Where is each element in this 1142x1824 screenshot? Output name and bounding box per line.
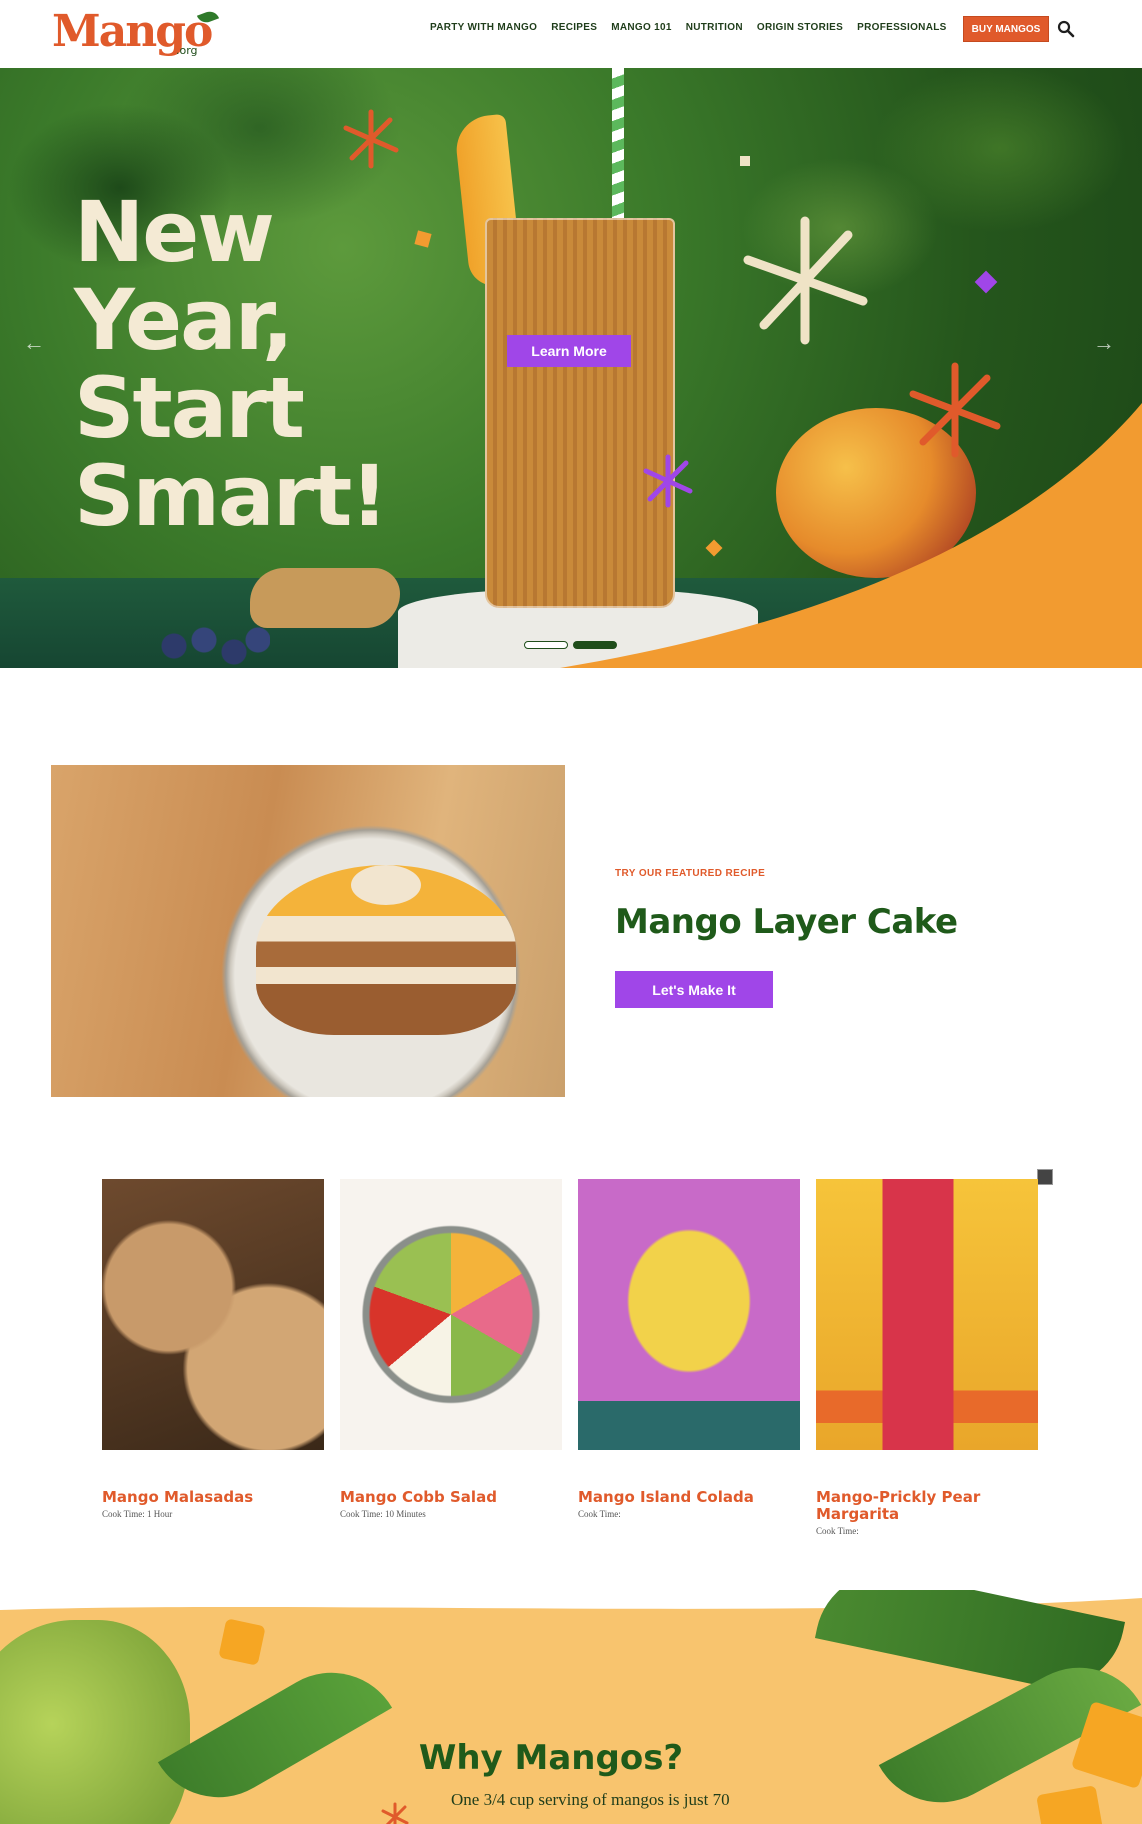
recipe-card-image[interactable] (578, 1179, 800, 1450)
main-nav: PARTY WITH MANGO RECIPES MANGO 101 NUTRI… (430, 20, 961, 36)
lets-make-it-button[interactable]: Let's Make It (615, 971, 773, 1008)
hero-carousel: New Year, Start Smart! Learn More ← → (0, 68, 1142, 668)
sparkle-orange-icon (343, 109, 399, 169)
nav-professionals[interactable]: PROFESSIONALS (857, 20, 946, 36)
recipe-card-image[interactable] (102, 1179, 324, 1450)
recipe-card[interactable]: Mango Cobb Salad Cook Time: 10 Minutes (340, 1179, 562, 1519)
mango-cube-image (218, 1618, 266, 1666)
site-header: Mango .org PARTY WITH MANGO RECIPES MANG… (0, 0, 1142, 68)
chevron-left-icon[interactable]: ← (22, 331, 46, 355)
carousel-dot-1[interactable] (524, 641, 568, 649)
recipe-card-image[interactable] (340, 1179, 562, 1450)
recipe-card-image[interactable] (816, 1179, 1038, 1450)
confetti-cream-square (740, 156, 750, 166)
recipe-card-title[interactable]: Mango-Prickly Pear Margarita (816, 1489, 1038, 1523)
learn-more-button[interactable]: Learn More (507, 335, 631, 367)
hero-title-line: Smart! (74, 447, 389, 545)
recipe-card-title[interactable]: Mango Cobb Salad (340, 1489, 562, 1506)
ad-choices-icon[interactable] (1037, 1169, 1053, 1185)
mango-cube-image (1036, 1785, 1104, 1824)
buy-mangos-button[interactable]: BUY MANGOS (963, 16, 1049, 42)
nav-party-with-mango[interactable]: PARTY WITH MANGO (430, 20, 537, 36)
nav-origin-stories[interactable]: ORIGIN STORIES (757, 20, 843, 36)
hero-title: New Year, Start Smart! (74, 183, 389, 545)
search-icon[interactable] (1057, 20, 1075, 38)
nav-nutrition[interactable]: NUTRITION (686, 20, 743, 36)
chevron-right-icon[interactable]: → (1092, 331, 1116, 355)
recipe-card-cook-time: Cook Time: 10 Minutes (340, 1509, 426, 1519)
recipe-card-title[interactable]: Mango Island Colada (578, 1489, 800, 1506)
recipe-card-cook-time: Cook Time: (578, 1509, 621, 1519)
carousel-pagination (524, 641, 622, 649)
nav-recipes[interactable]: RECIPES (551, 20, 597, 36)
why-mangos-section: Why Mangos? One 3/4 cup serving of mango… (0, 1590, 1142, 1824)
hero-title-line: Start (74, 359, 305, 457)
green-mango-image (0, 1620, 190, 1824)
featured-recipe-image[interactable] (51, 765, 565, 1097)
why-mangos-body: One 3/4 cup serving of mangos is just 70 (451, 1790, 730, 1809)
carousel-dot-2[interactable] (573, 641, 617, 649)
recipe-card[interactable]: Mango Island Colada Cook Time: (578, 1179, 800, 1519)
recipe-card-cook-time: Cook Time: 1 Hour (102, 1509, 173, 1519)
recipe-card-title[interactable]: Mango Malasadas (102, 1489, 324, 1506)
recipe-card[interactable]: Mango-Prickly Pear Margarita Cook Time: (816, 1179, 1038, 1536)
featured-kicker: TRY OUR FEATURED RECIPE (615, 868, 766, 879)
nav-mango-101[interactable]: MANGO 101 (611, 20, 672, 36)
why-mangos-title: Why Mangos? (418, 1738, 684, 1778)
logo-suffix: .org (176, 44, 198, 57)
recipe-card[interactable]: Mango Malasadas Cook Time: 1 Hour (102, 1179, 324, 1519)
site-logo[interactable]: Mango .org (52, 6, 222, 58)
mango-leaf-image (157, 1647, 393, 1823)
hero-title-line: New (74, 183, 275, 281)
hero-title-line: Year, (74, 271, 294, 369)
sparkle-purple-icon (643, 454, 693, 508)
sparkle-orange-icon (381, 1802, 409, 1824)
featured-recipe-title[interactable]: Mango Layer Cake (615, 902, 958, 942)
recipe-card-cook-time: Cook Time: (816, 1526, 859, 1536)
sparkle-cream-icon (743, 216, 868, 345)
sparkle-orange-large-icon (909, 362, 1001, 458)
cake-center (351, 865, 421, 905)
